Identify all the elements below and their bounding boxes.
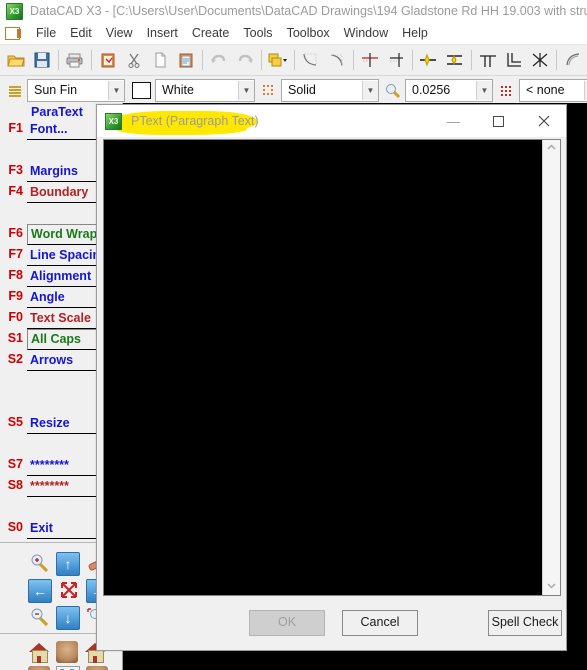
hatch-combo[interactable]: < none ▼ bbox=[519, 79, 587, 102]
menu-edit[interactable]: Edit bbox=[63, 24, 99, 42]
color-value: White bbox=[162, 83, 194, 97]
print-icon[interactable] bbox=[62, 47, 88, 73]
cut-icon[interactable] bbox=[121, 47, 147, 73]
linetype-value: Solid bbox=[288, 83, 316, 97]
sidebar-item-key: S5 bbox=[7, 415, 23, 429]
house-front-icon[interactable] bbox=[28, 641, 50, 663]
color-swatch[interactable] bbox=[132, 82, 151, 99]
sidebar-item-key: S7 bbox=[7, 457, 23, 471]
wall-tee-icon[interactable] bbox=[475, 47, 501, 73]
menu-file[interactable]: File bbox=[29, 24, 63, 42]
document-icon bbox=[5, 26, 21, 40]
layers-dropdown-icon[interactable] bbox=[265, 47, 291, 73]
chevron-down-icon[interactable]: ▼ bbox=[362, 81, 378, 100]
properties-toolbar: Sun Fin ▼ White ▼ Solid ▼ 0.0256 ▼ < non… bbox=[0, 76, 587, 106]
sidebar-item-key: F7 bbox=[8, 247, 23, 261]
dialog-editor-area bbox=[103, 139, 561, 596]
menu-toolbox[interactable]: Toolbox bbox=[280, 24, 337, 42]
pan-down-icon[interactable]: ↓ bbox=[56, 606, 80, 630]
hatch-value: < none bbox=[526, 83, 565, 97]
sidebar-item-key: S2 bbox=[7, 352, 23, 366]
snap-mid-icon[interactable] bbox=[442, 47, 468, 73]
maximize-icon[interactable] bbox=[476, 106, 521, 137]
paragraph-text-input[interactable] bbox=[104, 140, 542, 595]
cleanup-tee-icon[interactable] bbox=[357, 47, 383, 73]
datacad-application-window: X3 DataCAD X3 - [C:\Users\User\Documents… bbox=[0, 0, 587, 670]
scroll-up-icon[interactable] bbox=[543, 140, 560, 157]
sidebar-item-key: S1 bbox=[7, 331, 23, 345]
pan-left-icon[interactable]: ← bbox=[28, 579, 52, 603]
chevron-down-icon[interactable]: ▼ bbox=[108, 81, 124, 100]
dialog-title: PText (Paragraph Text) bbox=[131, 114, 259, 128]
select-view-icon[interactable] bbox=[56, 666, 80, 670]
ptext-dialog: X3 PText (Paragraph Text) — OK Cancel Sp… bbox=[96, 104, 567, 651]
scroll-down-icon[interactable] bbox=[543, 578, 560, 595]
chevron-down-icon[interactable]: ▼ bbox=[476, 81, 492, 100]
curve-icon[interactable] bbox=[560, 47, 586, 73]
view-row bbox=[28, 666, 122, 670]
datacad-dialog-icon: X3 bbox=[105, 112, 122, 130]
layers-icon[interactable] bbox=[5, 81, 25, 101]
layer-combo[interactable]: Sun Fin ▼ bbox=[27, 79, 125, 102]
sidebar-item-key: F4 bbox=[8, 184, 23, 198]
redo-icon bbox=[232, 47, 258, 73]
arc2-icon[interactable] bbox=[324, 47, 350, 73]
menu-create[interactable]: Create bbox=[185, 24, 237, 42]
sidebar-item-key: F8 bbox=[8, 268, 23, 282]
zoom-in-icon[interactable] bbox=[28, 552, 50, 574]
sidebar-item-key: F6 bbox=[8, 226, 23, 240]
linetype-icon[interactable] bbox=[259, 81, 279, 101]
menu-insert[interactable]: Insert bbox=[140, 24, 185, 42]
window-title: DataCAD X3 - [C:\Users\User\Documents\Da… bbox=[30, 4, 587, 18]
save-icon[interactable] bbox=[29, 47, 55, 73]
zoom-out-icon[interactable] bbox=[28, 606, 50, 628]
face3-icon[interactable] bbox=[86, 666, 108, 670]
menubar: File Edit View Insert Create Tools Toolb… bbox=[0, 22, 587, 45]
paste-icon[interactable] bbox=[173, 47, 199, 73]
sidebar-item-key: F3 bbox=[8, 163, 23, 177]
undo-icon bbox=[206, 47, 232, 73]
spell-check-button[interactable]: Spell Check bbox=[488, 610, 562, 636]
menu-tools[interactable]: Tools bbox=[236, 24, 279, 42]
scale-icon[interactable] bbox=[383, 81, 403, 101]
wall-cross-icon[interactable] bbox=[527, 47, 553, 73]
linetype-combo[interactable]: Solid ▼ bbox=[281, 79, 379, 102]
wall-corner-icon[interactable] bbox=[501, 47, 527, 73]
main-toolbar bbox=[0, 45, 587, 76]
dialog-window-controls: — bbox=[431, 105, 566, 137]
close-icon[interactable] bbox=[521, 106, 566, 137]
scale-combo[interactable]: 0.0256 ▼ bbox=[405, 79, 493, 102]
hatch-icon[interactable] bbox=[497, 81, 517, 101]
sidebar-item-key: S8 bbox=[7, 478, 23, 492]
dialog-titlebar[interactable]: X3 PText (Paragraph Text) — bbox=[97, 105, 566, 137]
cleanup-corner-icon[interactable] bbox=[383, 47, 409, 73]
zoom-extents-icon[interactable] bbox=[58, 579, 80, 601]
window-titlebar: X3 DataCAD X3 - [C:\Users\User\Documents… bbox=[0, 0, 587, 22]
menu-window[interactable]: Window bbox=[337, 24, 395, 42]
pan-up-icon[interactable]: ↑ bbox=[56, 552, 80, 576]
snap-point-icon[interactable] bbox=[416, 47, 442, 73]
cancel-button[interactable]: Cancel bbox=[342, 610, 418, 636]
editor-vertical-scrollbar[interactable] bbox=[542, 140, 560, 595]
menu-help[interactable]: Help bbox=[395, 24, 435, 42]
sidebar-item-key: F1 bbox=[8, 121, 23, 135]
datacad-app-icon: X3 bbox=[6, 2, 23, 20]
sidebar-item-key: F0 bbox=[8, 310, 23, 324]
face2-icon[interactable] bbox=[28, 666, 50, 670]
sidebar-item-key: F9 bbox=[8, 289, 23, 303]
chevron-down-icon[interactable]: ▼ bbox=[238, 81, 254, 100]
clipboard-icon[interactable] bbox=[95, 47, 121, 73]
arc-icon[interactable] bbox=[298, 47, 324, 73]
dialog-button-bar: OK Cancel Spell Check bbox=[97, 596, 566, 650]
ok-button[interactable]: OK bbox=[249, 610, 325, 636]
menu-view[interactable]: View bbox=[99, 24, 140, 42]
scale-value: 0.0256 bbox=[412, 83, 451, 97]
layer-value: Sun Fin bbox=[34, 83, 78, 97]
color-combo[interactable]: White ▼ bbox=[155, 79, 255, 102]
copy-icon[interactable] bbox=[147, 47, 173, 73]
open-icon[interactable] bbox=[3, 47, 29, 73]
face-icon[interactable] bbox=[56, 641, 78, 663]
minimize-icon[interactable]: — bbox=[431, 106, 476, 137]
sidebar-item-key: S0 bbox=[7, 520, 23, 534]
